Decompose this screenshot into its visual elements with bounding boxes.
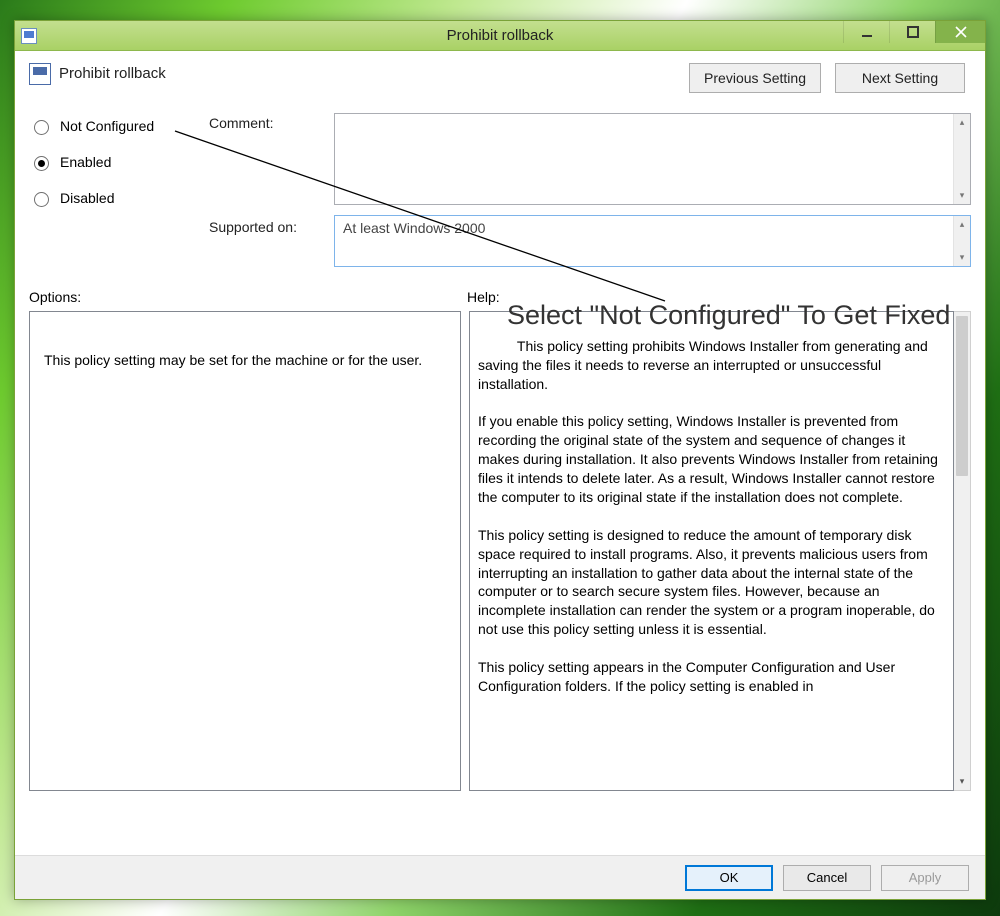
supported-scrollbar[interactable]: ▴ ▾ bbox=[953, 216, 970, 266]
close-icon bbox=[955, 26, 967, 38]
dialog-button-bar: OK Cancel Apply bbox=[15, 855, 985, 899]
radio-disabled-input[interactable] bbox=[34, 192, 49, 207]
close-button[interactable] bbox=[935, 21, 985, 43]
options-text: This policy setting may be set for the m… bbox=[44, 352, 422, 368]
previous-setting-button[interactable]: Previous Setting bbox=[689, 63, 821, 93]
panes: This policy setting may be set for the m… bbox=[29, 311, 971, 791]
radio-enabled-label: Enabled bbox=[60, 154, 111, 170]
ok-button[interactable]: OK bbox=[685, 865, 773, 891]
scroll-down-icon: ▾ bbox=[954, 249, 970, 266]
state-radios: Not Configured Enabled Disabled bbox=[29, 113, 209, 207]
radio-not-configured[interactable]: Not Configured bbox=[29, 117, 209, 135]
maximize-button[interactable] bbox=[889, 21, 935, 43]
radio-disabled[interactable]: Disabled bbox=[29, 189, 209, 207]
client-area: Prohibit rollback Previous Setting Next … bbox=[15, 51, 985, 899]
help-pane[interactable]: This policy setting prohibits Windows In… bbox=[469, 311, 954, 791]
policy-name: Prohibit rollback bbox=[59, 65, 166, 82]
help-text: This policy setting prohibits Windows In… bbox=[478, 338, 942, 694]
window-controls bbox=[843, 21, 985, 43]
comment-scrollbar[interactable]: ▴ ▾ bbox=[953, 114, 970, 204]
policy-icon bbox=[29, 63, 51, 85]
next-setting-button[interactable]: Next Setting bbox=[835, 63, 965, 93]
title-bar[interactable]: Prohibit rollback bbox=[15, 21, 985, 51]
scroll-down-icon: ▾ bbox=[954, 187, 970, 204]
options-label: Options: bbox=[29, 289, 467, 305]
cancel-button[interactable]: Cancel bbox=[783, 865, 871, 891]
pane-labels: Options: Help: bbox=[29, 289, 971, 305]
supported-on-value: At least Windows 2000 bbox=[343, 220, 485, 236]
radio-not-configured-label: Not Configured bbox=[60, 118, 154, 134]
radio-disabled-label: Disabled bbox=[60, 190, 114, 206]
radio-not-configured-input[interactable] bbox=[34, 120, 49, 135]
nav-buttons: Previous Setting Next Setting bbox=[689, 63, 965, 93]
radio-enabled[interactable]: Enabled bbox=[29, 153, 209, 171]
config-area: Not Configured Enabled Disabled Comment:… bbox=[29, 113, 971, 267]
scroll-up-icon: ▴ bbox=[954, 114, 970, 131]
supported-on-label: Supported on: bbox=[209, 209, 334, 235]
comment-label: Comment: bbox=[209, 113, 334, 131]
apply-button: Apply bbox=[881, 865, 969, 891]
minimize-icon bbox=[861, 26, 873, 38]
minimize-button[interactable] bbox=[843, 21, 889, 43]
maximize-icon bbox=[907, 26, 919, 38]
scrollbar-thumb[interactable] bbox=[956, 316, 968, 476]
header-row: Prohibit rollback Previous Setting Next … bbox=[29, 63, 971, 107]
help-wrapper: This policy setting prohibits Windows In… bbox=[469, 311, 971, 791]
radio-enabled-input[interactable] bbox=[34, 156, 49, 171]
scroll-up-icon: ▴ bbox=[954, 216, 970, 233]
group-policy-dialog: Prohibit rollback Prohibit rollback Prev… bbox=[14, 20, 986, 900]
window-title: Prohibit rollback bbox=[15, 27, 985, 44]
scroll-down-icon: ▾ bbox=[954, 773, 970, 790]
comment-textarea[interactable]: ▴ ▾ bbox=[334, 113, 971, 205]
supported-on-field: At least Windows 2000 ▴ ▾ bbox=[334, 215, 971, 267]
help-label: Help: bbox=[467, 289, 971, 305]
options-pane: This policy setting may be set for the m… bbox=[29, 311, 461, 791]
help-scrollbar[interactable]: ▴ ▾ bbox=[954, 311, 971, 791]
